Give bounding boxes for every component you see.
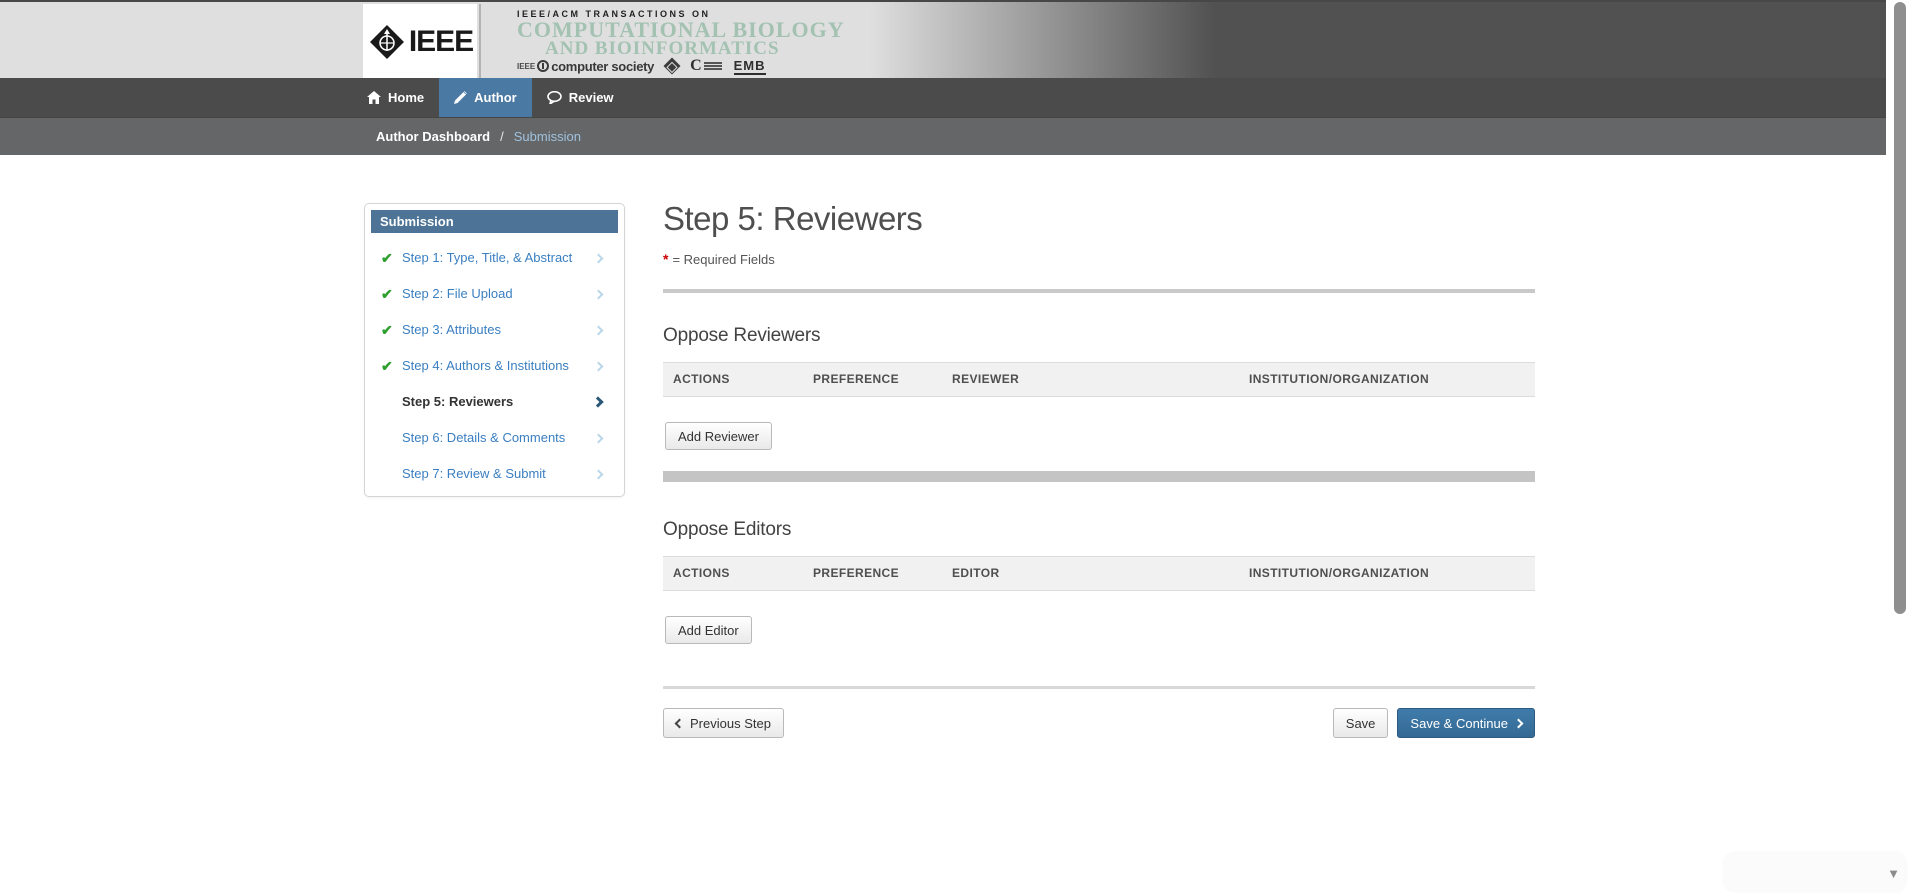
chevron-right-icon: [593, 469, 604, 480]
chevron-down-icon[interactable]: ▼: [1887, 866, 1900, 881]
pencil-icon: [454, 91, 468, 104]
scrollbar-track: [1886, 0, 1912, 894]
check-icon: ✔: [381, 358, 393, 374]
thick-divider: [663, 471, 1535, 482]
nav-home-label: Home: [388, 90, 425, 105]
header-divider: [479, 4, 481, 80]
submission-steps-panel: Submission ✔ Step 1: Type, Title, & Abst…: [364, 203, 625, 497]
emb-society-logo: EMB: [733, 57, 766, 75]
column-editor: EDITOR: [952, 566, 1000, 580]
society-diamond-icon: [663, 57, 681, 75]
nav-author-label: Author: [474, 90, 517, 105]
home-icon: [367, 91, 381, 104]
save-continue-label: Save & Continue: [1410, 715, 1508, 731]
sidebar-item-step3[interactable]: ✔ Step 3: Attributes: [371, 312, 618, 348]
step-label: Step 4: Authors & Institutions: [402, 358, 569, 373]
oppose-editors-heading: Oppose Editors: [663, 519, 792, 540]
footer-divider: [663, 686, 1535, 689]
nav-item-review[interactable]: Review: [532, 78, 629, 117]
chevron-right-icon: [593, 433, 604, 444]
previous-step-label: Previous Step: [690, 715, 771, 731]
sidebar-item-step2[interactable]: ✔ Step 2: File Upload: [371, 276, 618, 312]
breadcrumb-separator: /: [500, 129, 504, 144]
save-label: Save: [1345, 715, 1376, 731]
chevron-right-icon: [593, 253, 604, 264]
collapsed-widget: ▼: [1724, 853, 1906, 891]
add-reviewer-button[interactable]: Add Reviewer: [665, 422, 772, 450]
main-nav: Home Author Review: [0, 78, 1886, 117]
nav-review-label: Review: [568, 90, 614, 105]
chevron-left-icon: [674, 718, 685, 728]
steps-list: ✔ Step 1: Type, Title, & Abstract ✔ Step…: [371, 240, 618, 492]
save-button[interactable]: Save: [1332, 708, 1389, 738]
main-content: Step 5: Reviewers * = Required Fields Opp…: [663, 200, 1535, 738]
ieee-logo: IEEE: [363, 4, 477, 80]
column-preference: PREFERENCE: [813, 566, 900, 580]
chevron-right-icon: [593, 289, 604, 300]
step-label: Step 3: Attributes: [402, 322, 502, 337]
column-actions: ACTIONS: [673, 372, 730, 386]
required-label: = Required Fields: [672, 252, 775, 267]
previous-step-button[interactable]: Previous Step: [663, 708, 784, 738]
oppose-reviewers-heading: Oppose Reviewers: [663, 325, 821, 346]
speech-bubble-icon: [546, 91, 562, 104]
breadcrumb-submission: Submission: [513, 129, 581, 144]
sidebar-item-step4[interactable]: ✔ Step 4: Authors & Institutions: [371, 348, 618, 384]
journal-title: IEEE/ACM TRANSACTIONS ON COMPUTATIONAL B…: [517, 9, 845, 58]
step-label: Step 5: Reviewers: [402, 394, 514, 409]
chevron-right-icon: [592, 396, 604, 408]
society-logos: IEEE computer society C EMB: [517, 57, 766, 75]
computer-society-label: computer society: [551, 58, 655, 74]
journal-header: IEEE IEEE/ACM TRANSACTIONS ON COMPUTATIO…: [0, 0, 1886, 80]
check-icon: ✔: [381, 250, 393, 266]
computer-society-icon: [537, 60, 550, 72]
check-icon: ✔: [381, 322, 393, 338]
column-preference: PREFERENCE: [813, 372, 900, 386]
scrollbar-thumb[interactable]: [1894, 2, 1906, 614]
column-institution: INSTITUTION/ORGANIZATION: [1249, 566, 1430, 580]
check-icon: ✔: [381, 286, 393, 302]
section-divider: [663, 289, 1535, 293]
required-fields-note: * = Required Fields: [663, 251, 1535, 267]
chevron-right-icon: [1513, 718, 1524, 728]
chevron-right-icon: [593, 325, 604, 336]
step-label: Step 6: Details & Comments: [402, 430, 566, 445]
computational-intelligence-society-icon: C: [690, 57, 722, 75]
step-label: Step 1: Type, Title, & Abstract: [402, 250, 573, 265]
journal-title-line3: AND BIOINFORMATICS: [545, 38, 780, 59]
step-label: Step 2: File Upload: [402, 286, 513, 301]
footer-buttons: Previous Step Save Save & Continue: [663, 708, 1535, 738]
breadcrumb: Author Dashboard / Submission: [0, 117, 1886, 155]
page-title: Step 5: Reviewers: [663, 200, 923, 237]
sidebar-item-step1[interactable]: ✔ Step 1: Type, Title, & Abstract: [371, 240, 618, 276]
journal-title-line2: COMPUTATIONAL BIOLOGY: [517, 17, 845, 42]
sidebar-item-step6[interactable]: Step 6: Details & Comments: [371, 420, 618, 456]
page: IEEE IEEE/ACM TRANSACTIONS ON COMPUTATIO…: [0, 0, 1912, 894]
panel-title: Submission: [371, 210, 618, 233]
nav-item-home[interactable]: Home: [352, 78, 439, 117]
step-label: Step 7: Review & Submit: [402, 466, 546, 481]
chevron-right-icon: [593, 361, 604, 372]
required-asterisk: *: [663, 251, 669, 267]
sidebar-item-step5-current[interactable]: Step 5: Reviewers: [371, 384, 618, 420]
column-actions: ACTIONS: [673, 566, 730, 580]
computer-society-logo: IEEE computer society: [517, 59, 654, 74]
oppose-reviewers-table-header: ACTIONS PREFERENCE REVIEWER INSTITUTION/…: [663, 362, 1535, 397]
ieee-diamond-icon: [369, 25, 404, 59]
add-editor-button[interactable]: Add Editor: [665, 616, 752, 644]
save-and-continue-button[interactable]: Save & Continue: [1397, 708, 1535, 738]
nav-item-author[interactable]: Author: [439, 78, 532, 117]
computer-society-ieee-prefix: IEEE: [517, 61, 536, 71]
ieee-logo-text: IEEE: [408, 25, 474, 58]
breadcrumb-author-dashboard[interactable]: Author Dashboard: [376, 129, 490, 144]
sidebar-item-step7[interactable]: Step 7: Review & Submit: [371, 456, 618, 492]
column-reviewer: REVIEWER: [952, 372, 1020, 386]
oppose-editors-table-header: ACTIONS PREFERENCE EDITOR INSTITUTION/OR…: [663, 556, 1535, 591]
column-institution: INSTITUTION/ORGANIZATION: [1249, 372, 1430, 386]
